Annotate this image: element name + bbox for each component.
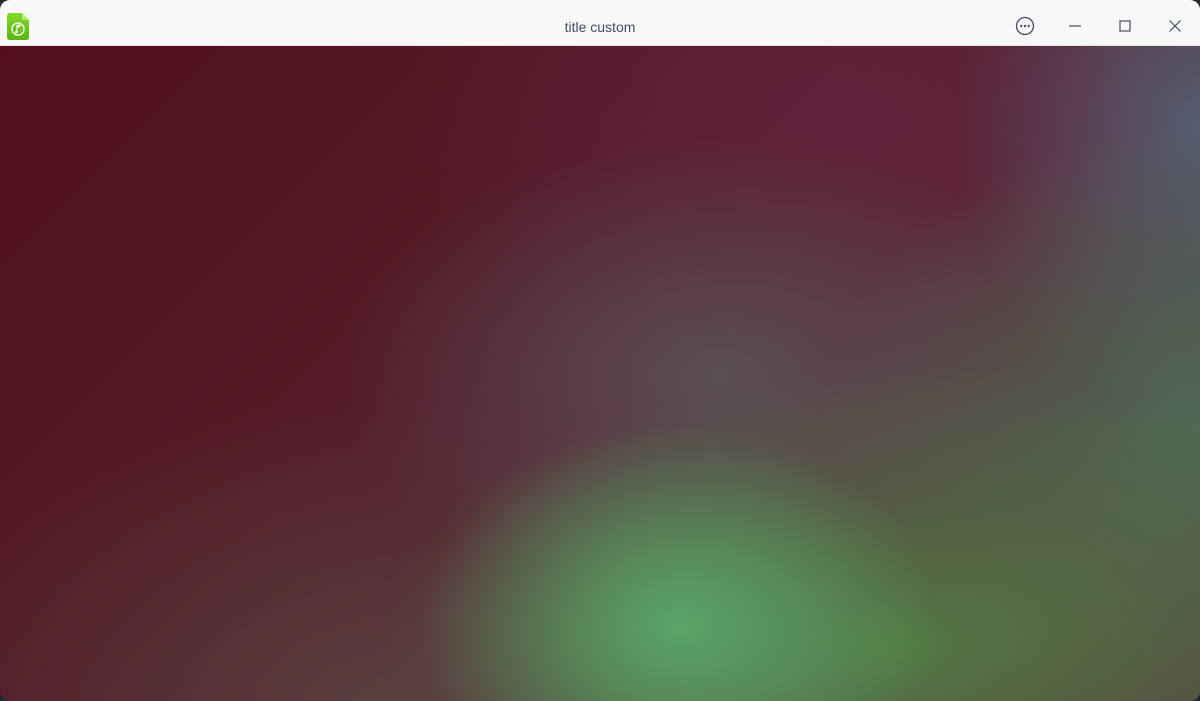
blurred-background-content [0,46,1200,701]
maximize-button[interactable] [1113,14,1137,38]
more-options-icon [1015,16,1035,36]
close-icon [1167,18,1183,34]
minimize-icon [1067,18,1083,34]
menu-button[interactable] [1013,14,1037,38]
title-bar[interactable]: title custom [0,0,1200,46]
close-button[interactable] [1163,14,1187,38]
minimize-button[interactable] [1063,14,1087,38]
maximize-icon [1117,18,1133,34]
app-window: title custom [0,0,1200,701]
